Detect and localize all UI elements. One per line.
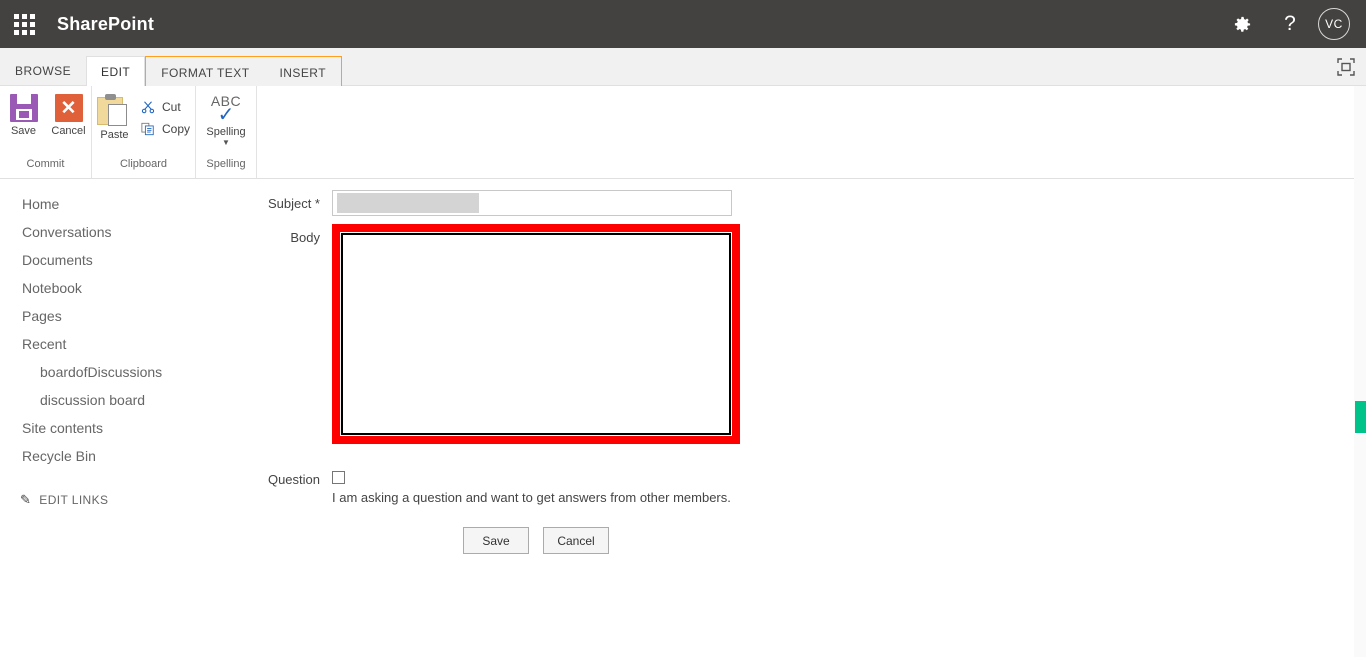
- form-save-button[interactable]: Save: [463, 527, 529, 554]
- question-mark-icon: ?: [1284, 12, 1296, 35]
- question-checkbox[interactable]: [332, 471, 345, 484]
- body-highlight-annotation: [332, 224, 740, 444]
- body-rich-text-editor[interactable]: [341, 233, 731, 435]
- sidebar-item-notebook[interactable]: Notebook: [0, 274, 210, 302]
- paste-button[interactable]: Paste: [92, 90, 137, 141]
- spelling-button[interactable]: ABC ✓ Spelling ▼: [196, 90, 256, 147]
- body-label: Body: [290, 230, 320, 245]
- contextual-tab-group: FORMAT TEXT INSERT: [145, 56, 342, 86]
- cancel-button-label: Cancel: [51, 125, 86, 137]
- focus-on-content-button[interactable]: [1326, 48, 1366, 85]
- copy-pages-icon: [139, 121, 157, 137]
- page-scrollbar-track[interactable]: [1354, 86, 1366, 657]
- ribbon-group-label-spelling: Spelling: [206, 158, 246, 170]
- edit-links-button[interactable]: ✎ EDIT LINKS: [0, 492, 210, 508]
- form-actions: Save Cancel: [463, 527, 740, 554]
- tab-edit[interactable]: EDIT: [86, 56, 146, 86]
- sidebar-item-conversations[interactable]: Conversations: [0, 218, 210, 246]
- spelling-button-label: Spelling: [206, 126, 246, 138]
- suite-bar-actions: ? VC: [1218, 0, 1366, 48]
- save-button-label: Save: [10, 125, 37, 137]
- clipboard-small-buttons: Cut Copy: [137, 90, 195, 140]
- form-cancel-button[interactable]: Cancel: [543, 527, 609, 554]
- chevron-down-icon[interactable]: ▼: [222, 139, 230, 147]
- subject-input[interactable]: [332, 190, 732, 216]
- sidebar-item-recent[interactable]: Recent: [0, 330, 210, 358]
- save-button[interactable]: Save: [1, 90, 46, 137]
- question-description: I am asking a question and want to get a…: [332, 490, 731, 505]
- cut-button[interactable]: Cut: [137, 96, 195, 118]
- ribbon: Save ✕ Cancel Commit Paste Cut Copy Clip…: [0, 86, 1366, 179]
- sidebar-item-home[interactable]: Home: [0, 190, 210, 218]
- pencil-icon: ✎: [20, 492, 32, 507]
- new-discussion-form: Subject * Body Question I am asking a qu…: [210, 190, 740, 554]
- sidebar-item-site-contents[interactable]: Site contents: [0, 414, 210, 442]
- sidebar-item-pages[interactable]: Pages: [0, 302, 210, 330]
- subject-selection-highlight: [337, 193, 479, 213]
- subject-label: Subject *: [267, 196, 320, 211]
- paste-button-label: Paste: [100, 129, 129, 141]
- ribbon-tab-row: BROWSE EDIT FORMAT TEXT INSERT: [0, 48, 1366, 86]
- gear-icon: [1234, 16, 1250, 32]
- sidebar-item-boardofdiscussions[interactable]: boardofDiscussions: [0, 358, 210, 386]
- cut-button-label: Cut: [161, 100, 181, 114]
- body-row: Body: [210, 224, 740, 444]
- suite-title[interactable]: SharePoint: [57, 14, 154, 35]
- help-button[interactable]: ?: [1266, 0, 1314, 48]
- subject-row: Subject *: [210, 190, 740, 216]
- focus-on-content-icon: [1337, 57, 1355, 76]
- copy-button-label: Copy: [161, 122, 190, 136]
- quick-launch-sidebar: Home Conversations Documents Notebook Pa…: [0, 190, 210, 508]
- avatar[interactable]: VC: [1318, 8, 1350, 40]
- x-cross-icon: ✕: [54, 94, 83, 122]
- question-label: Question: [267, 472, 320, 487]
- ribbon-group-spelling: ABC ✓ Spelling ▼ Spelling: [196, 86, 257, 178]
- scissors-icon: [139, 99, 157, 115]
- sidebar-item-recycle-bin[interactable]: Recycle Bin: [0, 442, 210, 470]
- ribbon-group-clipboard: Paste Cut Copy Clipboard: [92, 86, 196, 178]
- page-scrollbar-thumb[interactable]: [1355, 401, 1366, 433]
- cancel-button[interactable]: ✕ Cancel: [46, 90, 91, 137]
- clipboard-icon: [97, 94, 131, 126]
- tab-browse[interactable]: BROWSE: [0, 56, 86, 85]
- waffle-grid-icon: [13, 13, 35, 35]
- question-row: Question I am asking a question and want…: [210, 466, 740, 505]
- floppy-disk-icon: [9, 94, 38, 122]
- edit-links-label: EDIT LINKS: [39, 493, 109, 507]
- tab-format-text[interactable]: FORMAT TEXT: [146, 58, 264, 86]
- ribbon-group-label-clipboard: Clipboard: [119, 158, 168, 170]
- tab-insert[interactable]: INSERT: [264, 58, 341, 86]
- sidebar-item-discussion-board[interactable]: discussion board: [0, 386, 210, 414]
- settings-button[interactable]: [1218, 0, 1266, 48]
- sidebar-item-documents[interactable]: Documents: [0, 246, 210, 274]
- suite-bar: SharePoint ? VC: [0, 0, 1366, 48]
- copy-button[interactable]: Copy: [137, 118, 195, 140]
- ribbon-group-label-commit: Commit: [26, 158, 65, 170]
- abc-checkmark-icon: ✓: [217, 104, 235, 126]
- app-launcher-button[interactable]: [0, 0, 48, 48]
- question-field: I am asking a question and want to get a…: [332, 466, 731, 505]
- ribbon-group-commit: Save ✕ Cancel Commit: [0, 86, 92, 178]
